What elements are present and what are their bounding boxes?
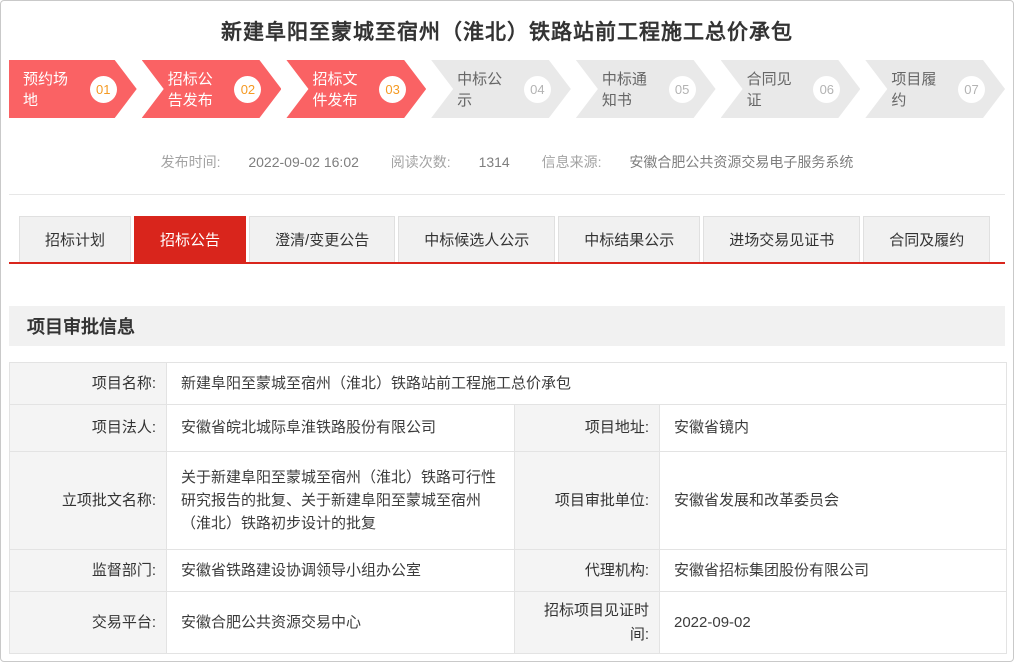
table-row-legal-person-address: 项目法人: 安徽省皖北城际阜淮铁路股份有限公司 项目地址: 安徽省镜内	[10, 405, 1007, 452]
witness-time-value: 2022-09-02	[660, 592, 1007, 654]
step-number-badge: 07	[958, 76, 985, 103]
agency-value: 安徽省招标集团股份有限公司	[660, 550, 1007, 592]
step-number-badge: 05	[669, 76, 696, 103]
step-number-badge: 01	[90, 76, 117, 103]
project-name-value: 新建阜阳至蒙城至宿州（淮北）铁路站前工程施工总价承包	[167, 363, 1007, 405]
step-label: 项目履约	[891, 68, 948, 110]
step-label: 中标通知书	[602, 68, 659, 110]
table-row-supervision-agency: 监督部门: 安徽省铁路建设协调领导小组办公室 代理机构: 安徽省招标集团股份有限…	[10, 550, 1007, 592]
read-count-label: 阅读次数:	[391, 154, 451, 170]
table-row-platform-witness-time: 交易平台: 安徽合肥公共资源交易中心 招标项目见证时间: 2022-09-02	[10, 592, 1007, 654]
section-title: 项目审批信息	[27, 313, 135, 339]
read-count-value: 1314	[479, 154, 510, 170]
trade-platform-value: 安徽合肥公共资源交易中心	[167, 592, 515, 654]
project-address-label: 项目地址:	[515, 405, 660, 452]
approval-doc-label: 立项批文名称:	[10, 452, 167, 550]
tab-bid-plan[interactable]: 招标计划	[19, 216, 131, 262]
stepper-step-3: 招标文件发布 03	[286, 60, 426, 118]
step-label: 招标公告发布	[168, 68, 225, 110]
source-value: 安徽合肥公共资源交易电子服务系统	[629, 154, 853, 170]
stepper-step-1: 预约场地 01	[9, 60, 137, 118]
step-label: 中标公示	[457, 68, 514, 110]
supervision-dept-value: 安徽省铁路建设协调领导小组办公室	[167, 550, 515, 592]
publish-meta-row: 发布时间: 2022-09-02 16:02 阅读次数: 1314 信息来源: …	[1, 152, 1013, 172]
step-number-badge: 02	[234, 76, 261, 103]
legal-person-value: 安徽省皖北城际阜淮铁路股份有限公司	[167, 405, 515, 452]
agency-label: 代理机构:	[515, 550, 660, 592]
publish-time-value: 2022-09-02 16:02	[248, 154, 359, 170]
step-label: 合同见证	[747, 68, 804, 110]
tab-entry-witness-certificate[interactable]: 进场交易见证书	[703, 216, 860, 262]
horizontal-divider	[9, 194, 1005, 195]
stepper-step-6: 合同见证 06	[721, 60, 861, 118]
section-header-project-approval: 项目审批信息	[9, 306, 1005, 346]
project-address-value: 安徽省镜内	[660, 405, 1007, 452]
legal-person-label: 项目法人:	[10, 405, 167, 452]
stepper-step-2: 招标公告发布 02	[142, 60, 282, 118]
witness-time-label: 招标项目见证时间:	[515, 592, 660, 654]
step-number-badge: 06	[813, 76, 840, 103]
tab-bar: 招标计划 招标公告 澄清/变更公告 中标候选人公示 中标结果公示 进场交易见证书…	[9, 216, 1005, 264]
tab-contract-performance[interactable]: 合同及履约	[863, 216, 990, 262]
stepper-step-4: 中标公示 04	[431, 60, 571, 118]
project-name-label: 项目名称:	[10, 363, 167, 405]
stepper-step-7: 项目履约 07	[865, 60, 1005, 118]
approval-unit-value: 安徽省发展和改革委员会	[660, 452, 1007, 550]
tab-bid-announcement[interactable]: 招标公告	[134, 216, 246, 262]
stepper-step-5: 中标通知书 05	[576, 60, 716, 118]
publish-time-label: 发布时间:	[161, 154, 221, 170]
approval-doc-value: 关于新建阜阳至蒙城至宿州（淮北）铁路可行性研究报告的批复、关于新建阜阳至蒙城至宿…	[167, 452, 515, 550]
table-row-project-name: 项目名称: 新建阜阳至蒙城至宿州（淮北）铁路站前工程施工总价承包	[10, 363, 1007, 405]
tab-candidate-publicity[interactable]: 中标候选人公示	[398, 216, 555, 262]
project-approval-table: 项目名称: 新建阜阳至蒙城至宿州（淮北）铁路站前工程施工总价承包 项目法人: 安…	[9, 362, 1007, 654]
approval-unit-label: 项目审批单位:	[515, 452, 660, 550]
tab-clarification-change[interactable]: 澄清/变更公告	[249, 216, 395, 262]
step-label: 招标文件发布	[312, 68, 369, 110]
process-stepper: 预约场地 01 招标公告发布 02 招标文件发布 03 中标公示 04 中标通知…	[9, 60, 1005, 118]
page-title: 新建阜阳至蒙城至宿州（淮北）铁路站前工程施工总价承包	[1, 16, 1013, 46]
page-container: 新建阜阳至蒙城至宿州（淮北）铁路站前工程施工总价承包 预约场地 01 招标公告发…	[0, 0, 1014, 662]
trade-platform-label: 交易平台:	[10, 592, 167, 654]
table-row-approval-doc: 立项批文名称: 关于新建阜阳至蒙城至宿州（淮北）铁路可行性研究报告的批复、关于新…	[10, 452, 1007, 550]
step-number-badge: 03	[379, 76, 406, 103]
tab-result-publicity[interactable]: 中标结果公示	[558, 216, 700, 262]
step-number-badge: 04	[524, 76, 551, 103]
supervision-dept-label: 监督部门:	[10, 550, 167, 592]
source-label: 信息来源:	[542, 154, 602, 170]
step-label: 预约场地	[23, 68, 80, 110]
